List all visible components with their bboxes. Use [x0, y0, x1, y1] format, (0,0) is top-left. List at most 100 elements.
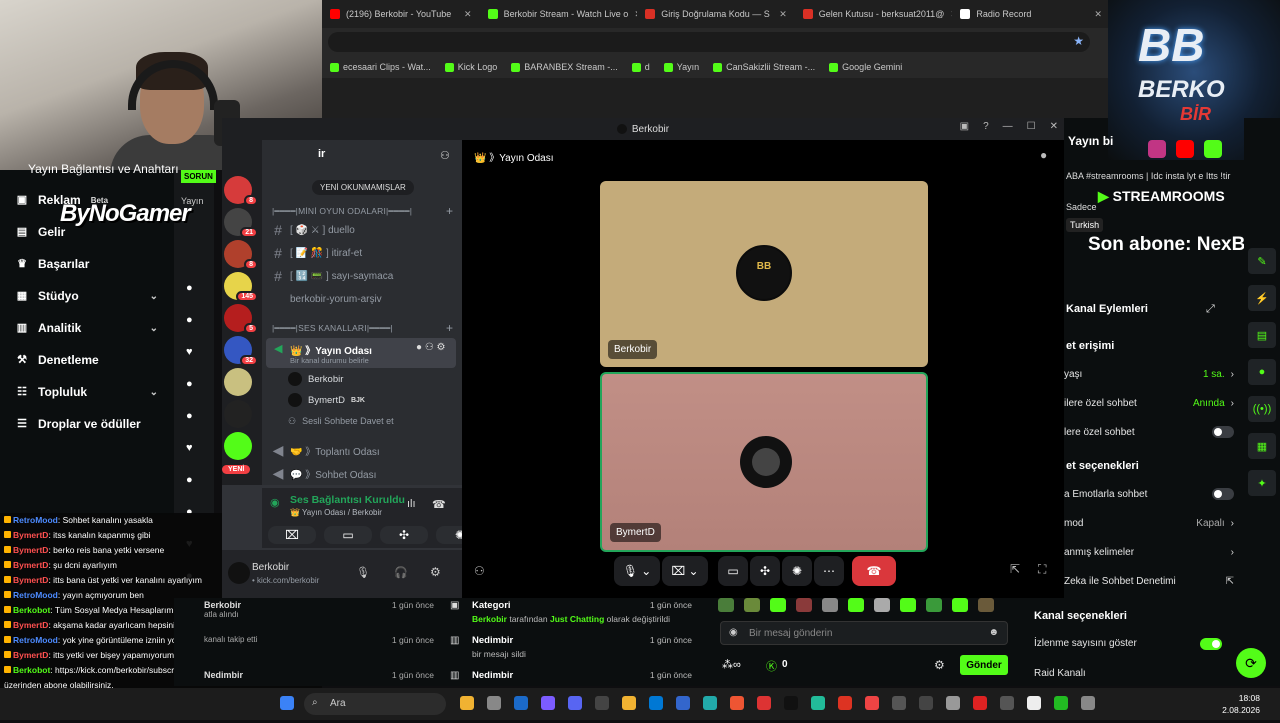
- browser-tab[interactable]: Radio Record ✕: [952, 0, 1110, 28]
- taskbar-app-icon[interactable]: [838, 696, 852, 710]
- chat-username[interactable]: BymertD: [13, 620, 48, 630]
- start-icon[interactable]: [280, 696, 294, 710]
- add-channel-icon[interactable]: +: [446, 321, 453, 335]
- video-tile-berkobir[interactable]: BB Berkobir: [600, 181, 928, 367]
- setting-row[interactable]: anmış kelimeler ›: [1064, 541, 1234, 563]
- chat-username[interactable]: BymertD: [13, 560, 48, 570]
- taskbar-app-icon[interactable]: [946, 696, 960, 710]
- voice-actions-icon[interactable]: ● ⚇ ⚙: [416, 342, 446, 353]
- browser-tab[interactable]: Berkobir Stream - Watch Live o✕: [480, 0, 637, 28]
- tab-close-icon[interactable]: ✕: [1094, 9, 1102, 20]
- kick-menu-item[interactable]: ▦ Stüdyo ⌄: [0, 280, 174, 312]
- active-voice-channel[interactable]: ◀ 👑 》Yayın Odası Bir kanal durumu belirle ●…: [266, 338, 456, 368]
- emote-icon[interactable]: [900, 598, 916, 612]
- emote-icon[interactable]: [848, 598, 864, 612]
- taskbar-app-icon[interactable]: [649, 696, 663, 710]
- chat-username[interactable]: RetroMood: [13, 590, 58, 600]
- text-channel[interactable]: # [ 📝 🎊 ] itiraf-et: [272, 243, 458, 263]
- help-bubble-icon[interactable]: ⟳: [1236, 648, 1266, 678]
- taskbar-app-icon[interactable]: [757, 696, 771, 710]
- chat-username[interactable]: BymertD: [13, 530, 48, 540]
- taskbar-app-icon[interactable]: [865, 696, 879, 710]
- taskbar-app-icon[interactable]: [1027, 696, 1041, 710]
- setting-row[interactable]: ilere özel sohbet Anında ›: [1064, 392, 1234, 414]
- taskbar-app-icon[interactable]: [460, 696, 474, 710]
- activity-category[interactable]: Just Chatting: [550, 614, 604, 624]
- voice-channel[interactable]: ◀ 🤝 》Toplantı Odası: [272, 440, 458, 460]
- screen-share-button[interactable]: ▭: [718, 556, 748, 586]
- taskbar-app-icon[interactable]: [676, 696, 690, 710]
- camera-off-icon[interactable]: ⌧: [268, 526, 316, 544]
- emote-icon[interactable]: [978, 598, 994, 612]
- add-channel-icon[interactable]: +: [446, 204, 453, 218]
- taskbar-app-icon[interactable]: [784, 696, 798, 710]
- bookmark-star-icon[interactable]: ★: [1073, 34, 1084, 48]
- noise-icon[interactable]: ılı: [407, 498, 416, 510]
- chat-settings-icon[interactable]: ⚙: [934, 658, 945, 672]
- chevron-down-icon[interactable]: ⌄: [150, 387, 158, 398]
- server-icon[interactable]: 32: [224, 336, 258, 366]
- popout-icon[interactable]: ⇱: [1010, 562, 1020, 576]
- inbox-icon[interactable]: ▣: [960, 121, 969, 132]
- taskbar-app-icon[interactable]: [1054, 696, 1068, 710]
- kick-menu-item[interactable]: ♛ Başarılar: [0, 248, 174, 280]
- chat-username[interactable]: RetroMood: [13, 635, 58, 645]
- taskbar-app-icon[interactable]: [811, 696, 825, 710]
- address-bar[interactable]: ★: [322, 28, 1110, 56]
- avatar[interactable]: [228, 562, 250, 584]
- server-icon[interactable]: [224, 432, 252, 460]
- server-icon[interactable]: 5: [224, 304, 258, 334]
- bookmark-item[interactable]: BARANBEX Stream -...: [511, 62, 618, 72]
- setting-toggle[interactable]: [1212, 488, 1234, 500]
- rail-tool-icon[interactable]: ((•)): [1248, 396, 1276, 422]
- taskbar-app-icon[interactable]: [919, 696, 933, 710]
- category-voice[interactable]: |━━━━|SES KANALLARI|━━━━| +: [272, 321, 453, 335]
- chat-bubble-icon[interactable]: ●: [1040, 148, 1047, 162]
- chat-username[interactable]: Berkobot: [13, 665, 50, 675]
- taskbar-app-icon[interactable]: [1000, 696, 1014, 710]
- setting-row[interactable]: Zeka ile Sohbet Denetimi ⇱: [1064, 570, 1234, 592]
- taskbar-app-icon[interactable]: [595, 696, 609, 710]
- taskbar-app-icon[interactable]: [730, 696, 744, 710]
- fullscreen-icon[interactable]: ⛶: [1038, 562, 1046, 577]
- mute-button[interactable]: 🎙 ⌄: [614, 556, 660, 586]
- setting-row[interactable]: a Emotlarla sohbet: [1064, 483, 1234, 505]
- voice-member[interactable]: BymertD BJK: [288, 393, 365, 407]
- chat-username[interactable]: RetroMood: [13, 515, 58, 525]
- server-icon[interactable]: [224, 400, 252, 428]
- taskbar-app-icon[interactable]: [892, 696, 906, 710]
- disconnect-icon[interactable]: ☎: [432, 498, 446, 511]
- taskbar-app-icon[interactable]: [703, 696, 717, 710]
- server-icon[interactable]: [224, 368, 252, 396]
- video-tile-bymertd[interactable]: BymertD: [600, 372, 928, 552]
- rail-tool-icon[interactable]: ⚡: [1248, 285, 1276, 311]
- rail-tool-icon[interactable]: ●: [1248, 359, 1276, 385]
- bookmark-item[interactable]: CanSakizlii Stream -...: [713, 62, 815, 72]
- taskbar-app-icon[interactable]: [568, 696, 582, 710]
- bookmark-item[interactable]: Yayın: [663, 62, 699, 72]
- chevron-down-icon[interactable]: ⌄: [150, 291, 158, 302]
- activities-button[interactable]: ✣: [750, 556, 780, 586]
- voice-connected-channel[interactable]: 👑 Yayın Odası / Berkobir: [290, 508, 382, 517]
- soundboard-button[interactable]: ✺: [782, 556, 812, 586]
- chat-username[interactable]: BymertD: [13, 575, 48, 585]
- signal-icon[interactable]: ◉: [270, 496, 280, 509]
- hang-up-button[interactable]: ☎: [852, 556, 896, 586]
- taskbar-app-icon[interactable]: [487, 696, 501, 710]
- emoji-icon[interactable]: ☻: [988, 627, 999, 638]
- chevron-right-icon[interactable]: ›: [1231, 518, 1234, 529]
- category-mini-games[interactable]: |━━━━|MİNİ OYUN ODALARI|━━━━| +: [272, 204, 453, 218]
- emote-icon[interactable]: [952, 598, 968, 612]
- voice-member[interactable]: Berkobir: [288, 372, 343, 386]
- emote-icon[interactable]: [744, 598, 760, 612]
- browser-tab[interactable]: Giriş Doğrulama Kodu — S ✕: [637, 0, 795, 28]
- camera-button[interactable]: ⌧ ⌄: [662, 556, 708, 586]
- voice-status-text[interactable]: Bir kanal durumu belirle: [290, 356, 369, 365]
- browser-tab[interactable]: (2196) Berkobir - YouTube ✕: [322, 0, 480, 28]
- url-field[interactable]: [328, 32, 1090, 52]
- rail-tool-icon[interactable]: ✎: [1248, 248, 1276, 274]
- setting-toggle[interactable]: [1212, 426, 1234, 438]
- chevron-right-icon[interactable]: ›: [1231, 398, 1234, 409]
- rail-tool-icon[interactable]: ▦: [1248, 433, 1276, 459]
- bookmark-item[interactable]: Kick Logo: [444, 62, 497, 72]
